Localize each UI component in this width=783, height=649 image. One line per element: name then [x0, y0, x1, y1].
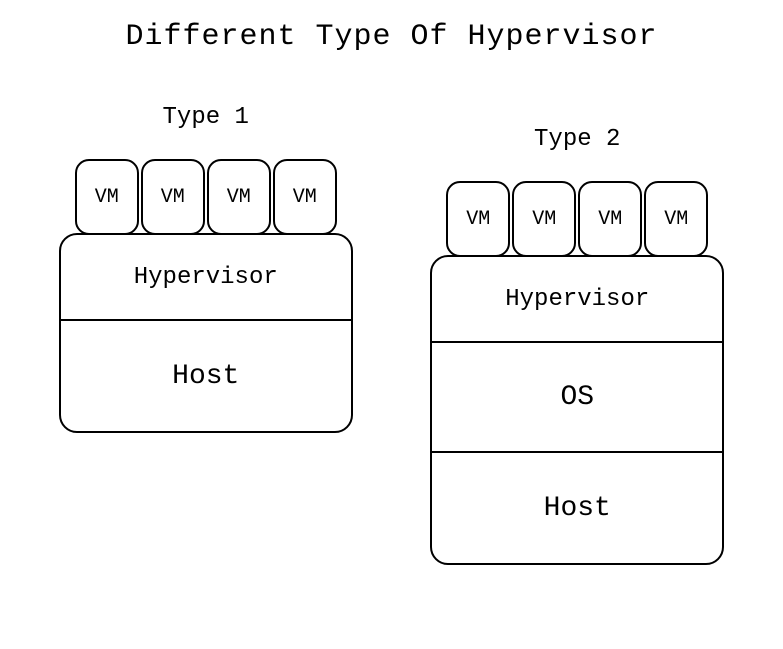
diagram-columns: Type 1 VM VM VM VM Hypervisor Host Type …: [0, 104, 783, 565]
vm-box: VM: [207, 159, 271, 235]
type2-host-layer: Host: [432, 453, 722, 563]
type2-title: Type 2: [534, 126, 620, 153]
vm-box: VM: [75, 159, 139, 235]
vm-box: VM: [446, 181, 510, 257]
type1-vm-row: VM VM VM VM: [75, 159, 337, 235]
type2-vm-row: VM VM VM VM: [446, 181, 708, 257]
vm-box: VM: [512, 181, 576, 257]
vm-box: VM: [644, 181, 708, 257]
vm-box: VM: [141, 159, 205, 235]
type1-column: Type 1 VM VM VM VM Hypervisor Host: [59, 104, 353, 433]
type2-os-layer: OS: [432, 343, 722, 453]
type2-hypervisor-layer: Hypervisor: [432, 257, 722, 343]
type1-host-layer: Host: [61, 321, 351, 431]
page-title: Different Type Of Hypervisor: [0, 20, 783, 54]
vm-box: VM: [273, 159, 337, 235]
type1-title: Type 1: [163, 104, 249, 131]
type1-stack: Hypervisor Host: [59, 233, 353, 433]
type2-column: Type 2 VM VM VM VM Hypervisor OS Host: [430, 126, 724, 565]
type1-hypervisor-layer: Hypervisor: [61, 235, 351, 321]
vm-box: VM: [578, 181, 642, 257]
type2-stack: Hypervisor OS Host: [430, 255, 724, 565]
